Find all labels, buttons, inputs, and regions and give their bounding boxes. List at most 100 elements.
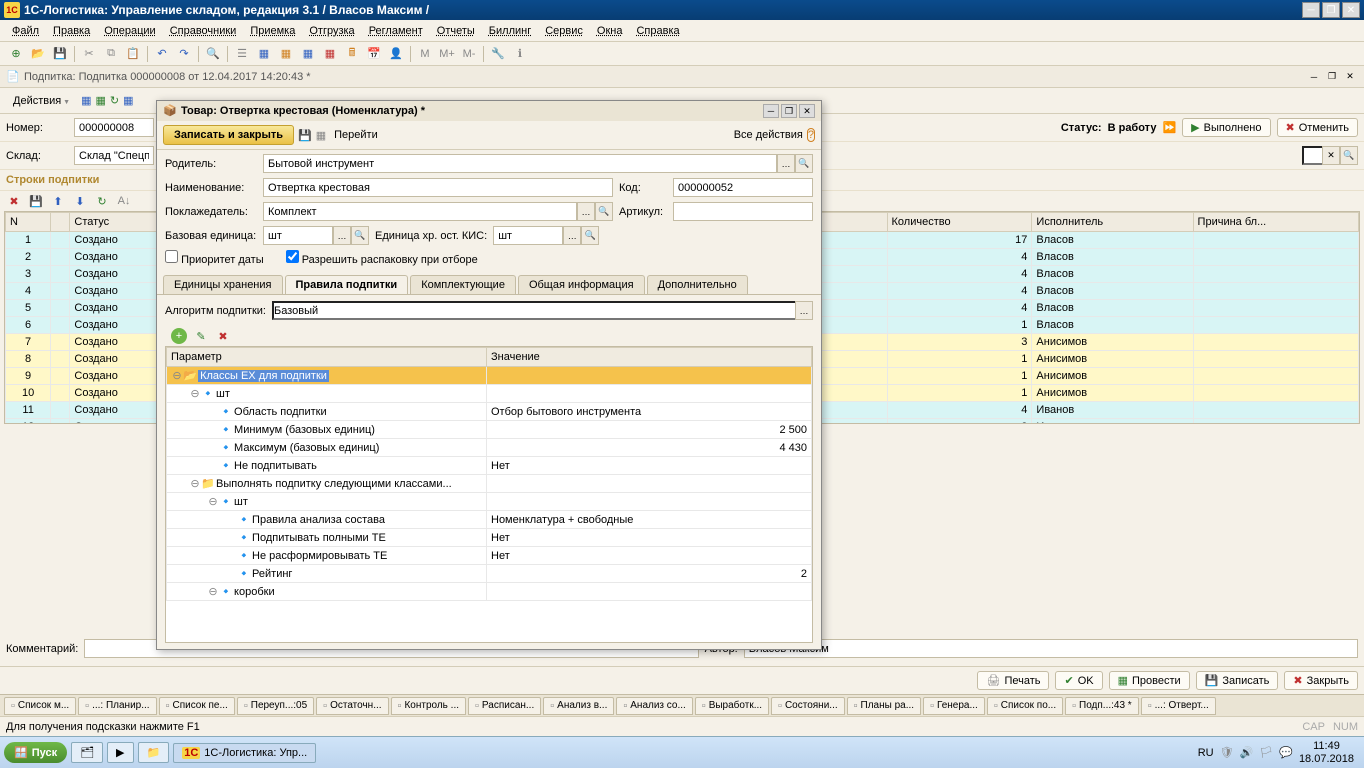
save-icon[interactable]: 💾 (50, 44, 70, 64)
param-delete-icon[interactable]: ✖ (215, 328, 231, 344)
paste-icon[interactable]: 📋 (123, 44, 143, 64)
doc-close-button[interactable]: ✕ (1342, 70, 1358, 84)
window-tab[interactable]: ▫Остаточн... (316, 697, 388, 715)
task-explorer[interactable]: 🗂 (71, 742, 103, 763)
menu-правка[interactable]: Правка (47, 23, 96, 39)
list-icon[interactable]: ☰ (232, 44, 252, 64)
window-tab[interactable]: ▫Анализ со... (616, 697, 692, 715)
copy-icon[interactable]: ⧉ (101, 44, 121, 64)
dialog-minimize-button[interactable]: ─ (763, 104, 779, 118)
cut-icon[interactable]: ✂ (79, 44, 99, 64)
doc1-icon[interactable]: ▦ (254, 44, 274, 64)
refresh-line-icon[interactable]: ↻ (94, 193, 110, 209)
table-header[interactable] (51, 213, 70, 232)
dialog-help-icon[interactable]: ? (807, 128, 815, 142)
kis-search-button[interactable]: 🔍 (581, 226, 599, 245)
param-row[interactable]: 🔹 Подпитывать полными ТЕНет (167, 529, 812, 547)
param-table[interactable]: ПараметрЗначение⊖📂 Классы ЕХ для подпитк… (165, 346, 813, 643)
param-row[interactable]: ⊖🔹 шт (167, 385, 812, 403)
parent-search-button[interactable]: 🔍 (795, 154, 813, 173)
param-row[interactable]: 🔹 Минимум (базовых единиц)2 500 (167, 421, 812, 439)
menu-окна[interactable]: Окна (591, 23, 629, 39)
kis-pick-button[interactable]: … (563, 226, 581, 245)
base-unit-field[interactable] (263, 226, 333, 245)
menu-регламент[interactable]: Регламент (363, 23, 429, 39)
menu-файл[interactable]: Файл (6, 23, 45, 39)
param-row[interactable]: ⊖📂 Классы ЕХ для подпитки (167, 367, 812, 385)
param-row[interactable]: 🔹 Рейтинг2 (167, 565, 812, 583)
dialog-tab[interactable]: Комплектующие (410, 275, 516, 294)
menu-приемка[interactable]: Приемка (244, 23, 301, 39)
param-row[interactable]: 🔹 Не подпитыватьНет (167, 457, 812, 475)
dialog-tab[interactable]: Единицы хранения (163, 275, 283, 294)
doc3-icon[interactable]: ▦ (298, 44, 318, 64)
base-unit-pick-button[interactable]: … (333, 226, 351, 245)
print-button[interactable]: 🖨Печать (977, 671, 1049, 690)
param-row[interactable]: 🔹 Максимум (базовых единиц)4 430 (167, 439, 812, 457)
window-tab[interactable]: ▫...: Отверт... (1141, 697, 1216, 715)
holder-pick-button[interactable]: … (577, 202, 595, 221)
actions-dropdown[interactable]: Действия (6, 92, 77, 110)
menu-биллинг[interactable]: Биллинг (483, 23, 537, 39)
ok-button[interactable]: ✔OK (1055, 671, 1102, 690)
window-tab[interactable]: ▫Анализ в... (543, 697, 614, 715)
window-tab[interactable]: ▫Планы ра... (847, 697, 921, 715)
close-doc-button[interactable]: ✖Закрыть (1284, 671, 1358, 690)
doc2-icon[interactable]: ▦ (276, 44, 296, 64)
question-icon[interactable]: ℹ (510, 44, 530, 64)
parent-pick-button[interactable]: … (777, 154, 795, 173)
goto-dropdown[interactable]: Перейти (334, 129, 378, 141)
allow-unpack-checkbox[interactable]: Разрешить распаковку при отборе (286, 250, 478, 266)
param-row[interactable]: ⊖🔹 шт (167, 493, 812, 511)
maximize-button[interactable]: ❐ (1322, 2, 1340, 18)
filter-search-button[interactable]: 🔍 (1340, 146, 1358, 165)
all-actions-dropdown[interactable]: Все действия (734, 129, 803, 141)
action-icon-2[interactable]: ▦ (95, 94, 105, 107)
number-field[interactable] (74, 118, 154, 137)
find-icon[interactable]: 🔍 (203, 44, 223, 64)
window-tab[interactable]: ▫Генера... (923, 697, 985, 715)
sort-icon[interactable]: A↓ (116, 193, 132, 209)
param-row[interactable]: ⊖📁 Выполнять подпитку следующими классам… (167, 475, 812, 493)
dialog-maximize-button[interactable]: ❐ (781, 104, 797, 118)
author-field[interactable] (744, 639, 1358, 658)
table-header[interactable]: Исполнитель (1032, 213, 1193, 232)
holder-field[interactable] (263, 202, 577, 221)
minimize-button[interactable]: ─ (1302, 2, 1320, 18)
dialog-tab[interactable]: Дополнительно (647, 275, 748, 294)
task-1c[interactable]: 1C 1С-Логистика: Упр... (173, 743, 316, 763)
filter-field[interactable] (1302, 146, 1322, 165)
chart-icon[interactable]: 👤 (386, 44, 406, 64)
table-header[interactable]: Причина бл... (1193, 213, 1358, 232)
param-header[interactable]: Параметр (167, 348, 487, 367)
cancel-button[interactable]: ✖Отменить (1277, 118, 1358, 137)
table-header[interactable]: Количество (887, 213, 1032, 232)
tray-icon-1[interactable]: 🛡 (1220, 746, 1234, 759)
base-unit-search-button[interactable]: 🔍 (351, 226, 369, 245)
menu-отчеты[interactable]: Отчеты (431, 23, 481, 39)
window-tab[interactable]: ▫Контроль ... (391, 697, 466, 715)
menu-справочники[interactable]: Справочники (164, 23, 243, 39)
task-powershell[interactable]: ▶ (107, 742, 133, 763)
param-add-icon[interactable]: + (171, 328, 187, 344)
tray-icon-2[interactable]: 🔊 (1240, 746, 1254, 759)
calendar-icon[interactable]: 📅 (364, 44, 384, 64)
filter-clear-button[interactable]: ✕ (1322, 146, 1340, 165)
m-minus-icon[interactable]: M- (459, 44, 479, 64)
action-refresh-icon[interactable]: ↻ (110, 94, 119, 107)
delete-line-icon[interactable]: ✖ (6, 193, 22, 209)
holder-search-button[interactable]: 🔍 (595, 202, 613, 221)
start-button[interactable]: 🪟 Пуск (4, 742, 67, 763)
new-icon[interactable]: ⊕ (6, 44, 26, 64)
dialog-close-button[interactable]: ✕ (799, 104, 815, 118)
move-up-icon[interactable]: ⬆ (50, 193, 66, 209)
priority-checkbox[interactable]: Приоритет даты (165, 250, 264, 266)
post-button[interactable]: ▦Провести (1109, 671, 1190, 690)
open-folder-icon[interactable]: 📂 (28, 44, 48, 64)
dialog-tab[interactable]: Общая информация (518, 275, 645, 294)
window-tab[interactable]: ▫Выработк... (695, 697, 769, 715)
save-line-icon[interactable]: 💾 (28, 193, 44, 209)
action-icon-1[interactable]: ▦ (81, 94, 91, 107)
undo-icon[interactable]: ↶ (152, 44, 172, 64)
doc-minimize-button[interactable]: ─ (1306, 70, 1322, 84)
